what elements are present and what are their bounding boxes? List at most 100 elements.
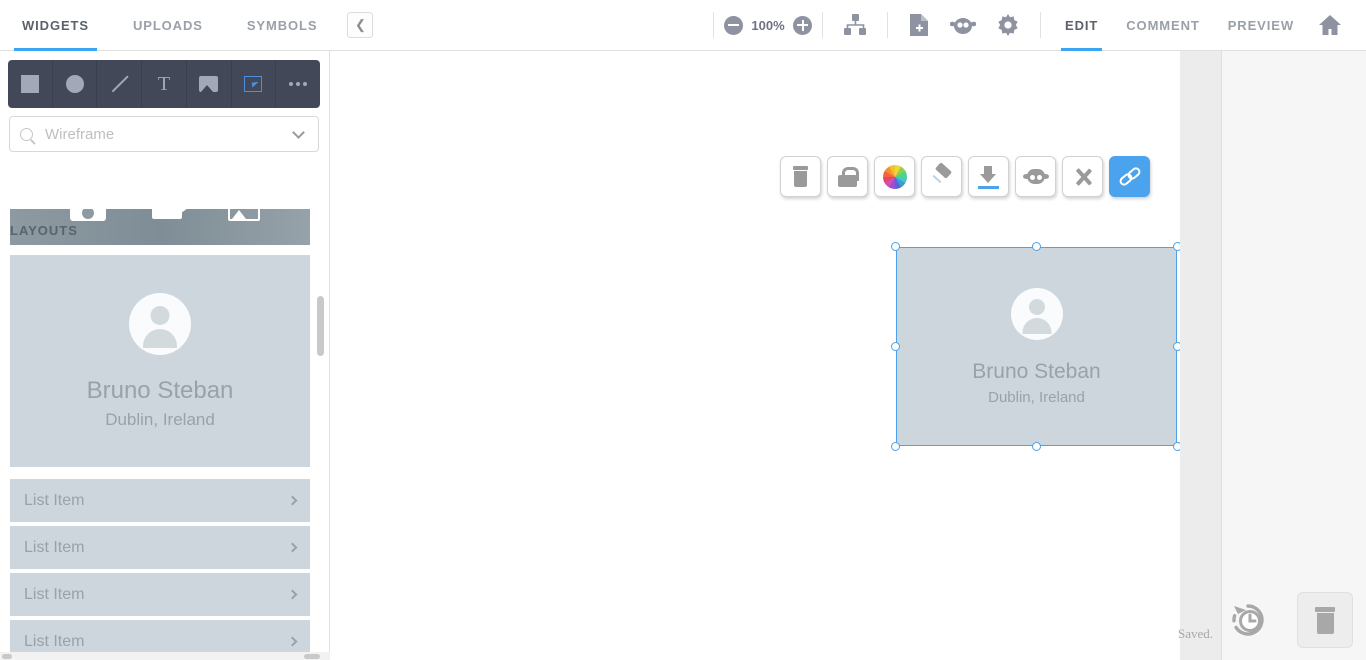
sheep-face-icon bbox=[1022, 167, 1049, 187]
profile-card-name: Bruno Steban bbox=[86, 376, 234, 404]
left-tab-group: WIDGETS UPLOADS SYMBOLS ❮ bbox=[0, 0, 374, 51]
trash-icon bbox=[791, 166, 810, 187]
lock-icon bbox=[838, 166, 859, 187]
element-context-toolbar bbox=[780, 156, 1150, 197]
download-element-button[interactable] bbox=[968, 156, 1009, 197]
divider bbox=[1040, 12, 1042, 38]
widget-tool-palette: T bbox=[8, 60, 320, 108]
collapse-panel-button[interactable]: ❮ bbox=[347, 12, 374, 38]
scroll-thumb-right[interactable] bbox=[304, 654, 320, 659]
mascot-icon[interactable] bbox=[950, 14, 977, 36]
resize-handle-se[interactable] bbox=[1173, 442, 1180, 451]
resize-handle-e[interactable] bbox=[1173, 342, 1180, 351]
tab-comment[interactable]: COMMENT bbox=[1112, 0, 1213, 51]
list-item[interactable]: List Item bbox=[10, 479, 310, 522]
resize-handle-ne[interactable] bbox=[1173, 242, 1180, 251]
more-tools[interactable] bbox=[276, 60, 320, 108]
search-input[interactable] bbox=[45, 125, 294, 143]
delete-button[interactable] bbox=[1297, 592, 1353, 648]
canvas-card-location: Dublin, Ireland bbox=[988, 388, 1085, 406]
left-sidebar: T LAYOUTS Bruno Steban Dublin, Ireland L… bbox=[0, 51, 330, 660]
video-icon bbox=[152, 209, 191, 219]
ellipsis-icon bbox=[289, 82, 308, 86]
lock-element-button[interactable] bbox=[827, 156, 868, 197]
sidebar-vertical-scrollbar[interactable] bbox=[317, 296, 324, 356]
tab-symbols[interactable]: SYMBOLS bbox=[225, 0, 340, 51]
chevron-right-icon bbox=[287, 495, 298, 506]
home-icon[interactable] bbox=[1318, 14, 1342, 36]
square-icon bbox=[20, 75, 39, 93]
person-avatar-icon bbox=[129, 292, 191, 355]
list-item[interactable]: List Item bbox=[10, 526, 310, 569]
gear-icon[interactable] bbox=[996, 13, 1020, 37]
delete-element-button[interactable] bbox=[780, 156, 821, 197]
list-item-label: List Item bbox=[24, 491, 85, 509]
history-button[interactable] bbox=[1228, 600, 1268, 640]
select-tool[interactable] bbox=[232, 60, 277, 108]
download-icon bbox=[978, 165, 999, 189]
list-item-label: List Item bbox=[24, 585, 85, 603]
text-t-icon: T bbox=[157, 73, 171, 95]
line-tool[interactable] bbox=[97, 60, 143, 108]
chevron-right-icon bbox=[287, 636, 298, 647]
trash-icon bbox=[1313, 606, 1337, 634]
selected-element-wrapper: Bruno Steban Dublin, Ireland bbox=[891, 242, 1180, 451]
resize-handle-sw[interactable] bbox=[891, 442, 900, 451]
link-chain-icon bbox=[1117, 165, 1142, 188]
selection-cursor-icon bbox=[244, 76, 263, 92]
resize-handle-s[interactable] bbox=[1032, 442, 1041, 451]
image-tool[interactable] bbox=[187, 60, 232, 108]
image-icon bbox=[199, 76, 219, 92]
mascot-button[interactable] bbox=[1015, 156, 1056, 197]
chevron-right-icon bbox=[287, 542, 298, 553]
profile-card-location: Dublin, Ireland bbox=[105, 409, 215, 429]
link-button[interactable] bbox=[1109, 156, 1150, 197]
zoom-in-icon[interactable] bbox=[793, 15, 813, 35]
tab-widgets[interactable]: WIDGETS bbox=[0, 0, 111, 51]
color-picker-button[interactable] bbox=[874, 156, 915, 197]
tab-edit[interactable]: EDIT bbox=[1051, 0, 1112, 51]
tab-preview[interactable]: PREVIEW bbox=[1214, 0, 1308, 51]
layout-profile-card[interactable]: Bruno Steban Dublin, Ireland bbox=[10, 255, 310, 467]
divider bbox=[887, 12, 889, 38]
divider bbox=[822, 12, 824, 38]
layouts-list: Bruno Steban Dublin, Ireland List Item L… bbox=[0, 251, 329, 660]
sidebar-horizontal-scrollbar[interactable] bbox=[0, 652, 330, 660]
design-canvas[interactable]: Bruno Steban Dublin, Ireland bbox=[331, 51, 1180, 660]
zoom-controls: 100% bbox=[724, 15, 813, 35]
chevron-down-icon[interactable] bbox=[292, 125, 305, 139]
zoom-out-icon[interactable] bbox=[724, 15, 744, 35]
tools-button[interactable] bbox=[1062, 156, 1103, 197]
circle-icon bbox=[65, 75, 84, 93]
list-item[interactable]: List Item bbox=[10, 573, 310, 616]
resize-handle-n[interactable] bbox=[1032, 242, 1041, 251]
tab-uploads[interactable]: UPLOADS bbox=[111, 0, 225, 51]
layouts-section-label: LAYOUTS bbox=[10, 223, 78, 238]
divider bbox=[713, 12, 715, 38]
top-right-controls: 100% EDIT COMMENT PREVIEW bbox=[703, 0, 1366, 51]
top-bar: WIDGETS UPLOADS SYMBOLS ❮ 100% EDIT COMM… bbox=[0, 0, 1366, 51]
canvas-right-gutter bbox=[1180, 51, 1222, 660]
hammer-wrench-icon bbox=[1071, 165, 1095, 189]
add-page-icon[interactable] bbox=[908, 13, 930, 37]
camera-icon bbox=[70, 209, 106, 221]
photos-icon bbox=[228, 209, 260, 221]
scroll-thumb-left[interactable] bbox=[2, 654, 12, 659]
sitemap-icon[interactable] bbox=[843, 13, 867, 37]
resize-handle-nw[interactable] bbox=[891, 242, 900, 251]
canvas-profile-card[interactable]: Bruno Steban Dublin, Ireland bbox=[896, 247, 1177, 446]
list-item-label: List Item bbox=[24, 538, 85, 556]
chevron-left-icon: ❮ bbox=[354, 17, 366, 32]
rectangle-tool[interactable] bbox=[8, 60, 53, 108]
search-icon bbox=[20, 127, 33, 141]
chevron-right-icon bbox=[287, 589, 298, 600]
list-item-label: List Item bbox=[24, 632, 85, 650]
text-tool[interactable]: T bbox=[142, 60, 187, 108]
person-avatar-icon bbox=[1010, 287, 1063, 340]
pin-element-button[interactable] bbox=[921, 156, 962, 197]
saved-status: Saved. bbox=[1178, 626, 1214, 641]
resize-handle-w[interactable] bbox=[891, 342, 900, 351]
line-icon bbox=[108, 73, 130, 95]
ellipse-tool[interactable] bbox=[53, 60, 98, 108]
widget-search-box[interactable] bbox=[9, 116, 319, 152]
